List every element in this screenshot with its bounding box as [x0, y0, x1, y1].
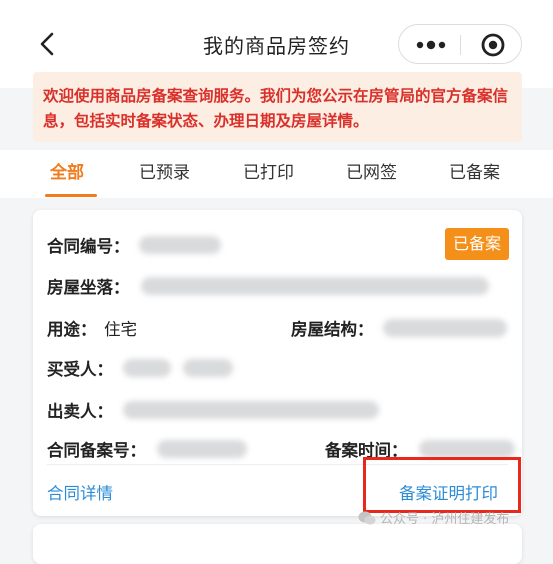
tab-online-signed[interactable]: 已网签 — [346, 158, 397, 183]
more-dots-icon — [416, 40, 446, 50]
seller-value-redacted — [123, 401, 379, 419]
structure-label: 房屋结构： — [291, 320, 374, 339]
status-tabs: 全部 已预录 已打印 已网签 已备案 — [0, 150, 553, 198]
watermark-text: 公众号 · 泸州住建发布 — [380, 512, 510, 527]
buyer-value-redacted-1 — [123, 359, 171, 377]
seller-label: 出卖人： — [47, 402, 113, 421]
status-badge: 已备案 — [445, 228, 509, 260]
location-label: 房屋坐落： — [47, 278, 130, 297]
contract-card-next — [33, 524, 522, 564]
notice-banner: 欢迎使用商品房备案查询服务。我们为您公示在房管局的官方备案信息，包括实时备案状态… — [33, 72, 522, 142]
structure-value-redacted — [383, 319, 507, 337]
tab-prerecorded[interactable]: 已预录 — [139, 158, 190, 183]
more-button[interactable] — [409, 29, 453, 61]
contract-card: 合同编号： 已备案 房屋坐落： 用途： 住宅 房屋结构： 买受人： 出卖人： 合… — [33, 210, 522, 516]
usage-value: 住宅 — [104, 320, 137, 339]
buyer-value-redacted-2 — [183, 359, 233, 377]
mini-program-capsule — [398, 24, 522, 64]
wechat-icon — [358, 511, 376, 525]
annotation-highlight-box — [363, 457, 521, 513]
close-button[interactable] — [471, 29, 515, 61]
tab-all[interactable]: 全部 — [50, 158, 84, 183]
capsule-divider — [460, 35, 461, 55]
buyer-label: 买受人： — [47, 360, 113, 379]
contract-details-link[interactable]: 合同详情 — [47, 480, 113, 504]
location-value-redacted — [141, 277, 489, 295]
filing-no-label: 合同备案号： — [47, 441, 146, 460]
usage-label: 用途： — [47, 320, 97, 339]
filing-time-value-redacted — [419, 440, 515, 458]
watermark: 公众号 · 泸州住建发布 — [358, 508, 509, 527]
active-tab-indicator — [45, 194, 97, 197]
contract-no-value-redacted — [139, 236, 221, 254]
contract-no-label: 合同编号： — [47, 237, 130, 256]
filing-no-value-redacted — [157, 440, 247, 458]
tab-filed[interactable]: 已备案 — [449, 158, 500, 183]
target-close-icon — [481, 33, 505, 57]
tab-printed[interactable]: 已打印 — [243, 158, 294, 183]
